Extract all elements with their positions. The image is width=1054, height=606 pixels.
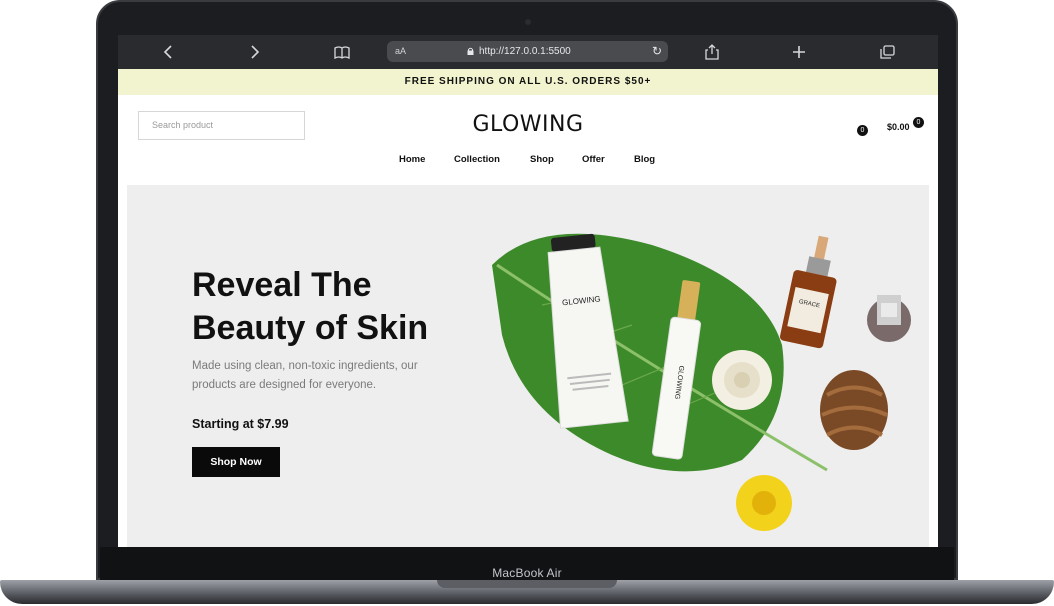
hero-title-line1: Reveal The	[192, 266, 372, 304]
announcement-bar: FREE SHIPPING ON ALL U.S. ORDERS $50+	[118, 69, 938, 95]
laptop-notch	[437, 580, 617, 588]
hero-description: Made using clean, non-toxic ingredients,…	[192, 360, 418, 391]
nav-collection[interactable]: Collection	[454, 154, 500, 165]
hero-product-image: GLOWING GLOWING GRACE	[492, 233, 911, 531]
nav-shop[interactable]: Shop	[530, 154, 554, 165]
tabs-icon[interactable]	[875, 41, 899, 63]
nav-blog[interactable]: Blog	[634, 154, 655, 165]
chevron-right-icon[interactable]	[243, 41, 267, 63]
nav-offer[interactable]: Offer	[582, 154, 605, 165]
shop-now-button[interactable]: Shop Now	[192, 447, 280, 477]
share-icon[interactable]	[700, 41, 724, 63]
hero-banner: Reveal The Beauty of Skin Made using cle…	[127, 185, 929, 547]
chevron-left-icon[interactable]	[156, 41, 180, 63]
pinecone	[820, 370, 888, 450]
address-bar[interactable]: aA http://127.0.0.1:5500 ↻	[387, 41, 668, 62]
nav-home[interactable]: Home	[399, 154, 425, 165]
text-size-button[interactable]: aA	[395, 41, 406, 62]
yellow-flower	[736, 475, 792, 531]
dropper-jar	[867, 295, 911, 342]
hero-title: Reveal The Beauty of Skin	[192, 264, 428, 350]
amber-bottle: GRACE	[779, 235, 837, 349]
browser-toolbar: aA http://127.0.0.1:5500 ↻	[118, 35, 938, 69]
hero-title-line2: Beauty of Skin	[192, 309, 429, 347]
cart-count-badge: 0	[913, 117, 924, 128]
hero-price: Starting at $7.99	[192, 417, 289, 431]
cart-total[interactable]: $0.00	[887, 122, 910, 132]
camera	[525, 19, 531, 25]
device-label: MacBook Air	[492, 566, 562, 580]
plus-icon[interactable]	[787, 41, 811, 63]
lock-icon	[467, 47, 474, 55]
book-icon[interactable]	[330, 41, 354, 63]
wishlist-count-badge: 0	[857, 125, 868, 136]
screen: aA http://127.0.0.1:5500 ↻ FREE SHIPPING…	[118, 35, 938, 547]
reload-icon[interactable]: ↻	[652, 41, 662, 62]
url-text: http://127.0.0.1:5500	[479, 46, 571, 57]
site-logo[interactable]: GLOWING	[118, 112, 938, 137]
